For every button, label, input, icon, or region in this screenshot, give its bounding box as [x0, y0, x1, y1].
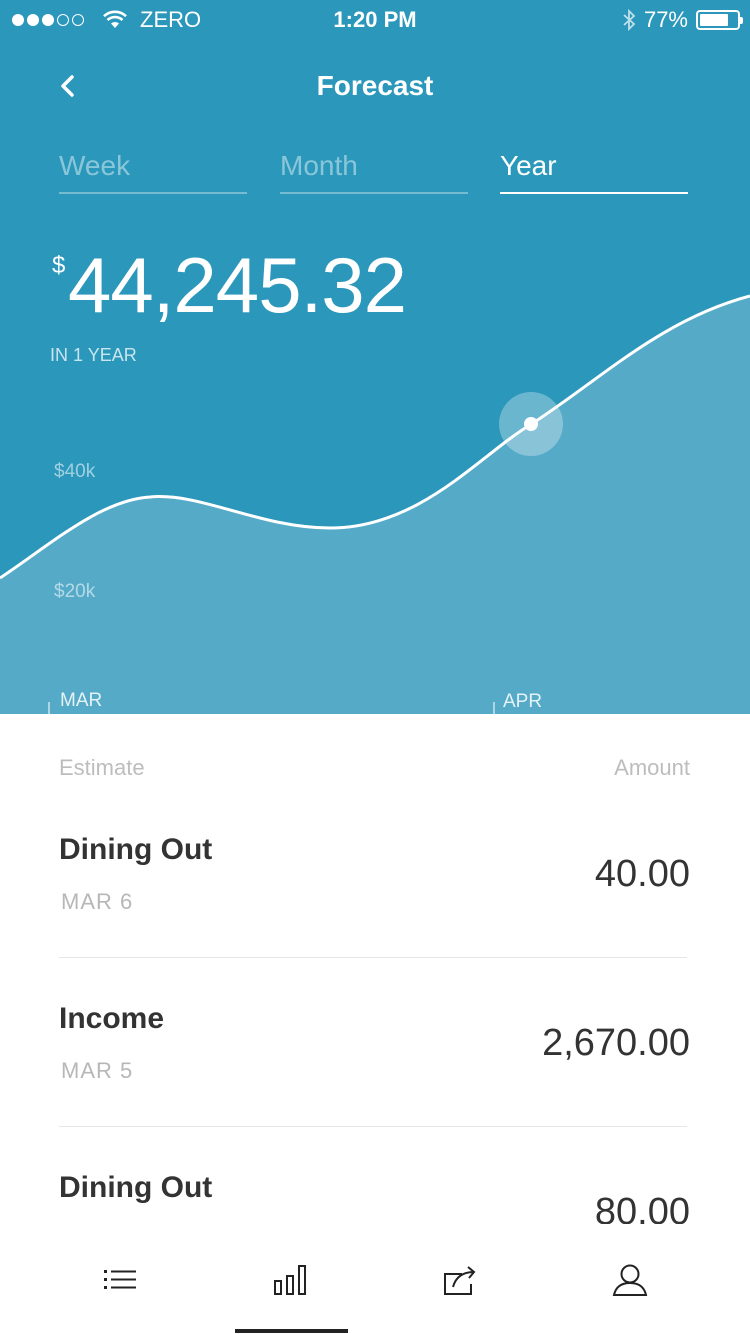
list-item[interactable]: Dining Out MAR 6 40.00	[59, 833, 690, 1002]
txn-date: MAR 6	[61, 889, 134, 914]
forecast-header: $40k $20k MAR APR ZERO 1:20 PM 77% Forec…	[0, 0, 750, 714]
amount-column-header: Amount	[614, 755, 690, 780]
transaction-list[interactable]: Estimate Amount Dining Out MAR 6 40.00 I…	[0, 714, 750, 1224]
currency-symbol: $	[52, 252, 66, 279]
tab-week[interactable]: Week	[59, 150, 247, 194]
bar-chart-icon[interactable]	[260, 1260, 320, 1300]
page-title: Forecast	[316, 70, 434, 101]
txn-amount: 40.00	[594, 853, 690, 895]
y-tick-label: $20k	[54, 581, 96, 602]
txn-title: Income	[59, 1002, 165, 1035]
txn-amount: 80.00	[594, 1191, 690, 1224]
txn-title: Dining Out	[59, 1171, 213, 1204]
list-item[interactable]: Dining Out 80.00	[59, 1171, 690, 1224]
battery-icon	[696, 10, 743, 30]
tab-year[interactable]: Year	[500, 150, 688, 194]
period-tabs: Week Month Year	[59, 150, 690, 195]
x-tick-label: APR	[503, 691, 542, 712]
divider	[59, 1126, 687, 1127]
x-tick-label: MAR	[60, 690, 102, 711]
forecast-balance: 44,245.32	[68, 241, 407, 329]
y-tick-label: $40k	[54, 461, 96, 482]
list-header: Estimate Amount	[59, 755, 690, 785]
list-icon[interactable]	[90, 1260, 150, 1300]
list-item[interactable]: Income MAR 5 2,670.00	[59, 1002, 690, 1171]
status-bar: ZERO 1:20 PM 77%	[0, 0, 750, 40]
chart-highlight-point[interactable]	[524, 417, 538, 431]
bluetooth-icon	[623, 8, 636, 32]
divider	[59, 957, 687, 958]
forecast-period-caption: IN 1 YEAR	[50, 345, 137, 365]
tab-month[interactable]: Month	[280, 150, 468, 194]
txn-title: Dining Out	[59, 833, 213, 866]
estimate-column-header: Estimate	[59, 755, 145, 780]
txn-date: MAR 5	[61, 1058, 134, 1083]
txn-amount: 2,670.00	[542, 1022, 690, 1064]
profile-icon[interactable]	[600, 1260, 660, 1300]
bottom-tab-bar	[0, 1224, 750, 1334]
share-icon[interactable]	[430, 1260, 490, 1300]
active-tab-indicator	[235, 1329, 348, 1333]
battery-percent: 77%	[643, 7, 688, 32]
